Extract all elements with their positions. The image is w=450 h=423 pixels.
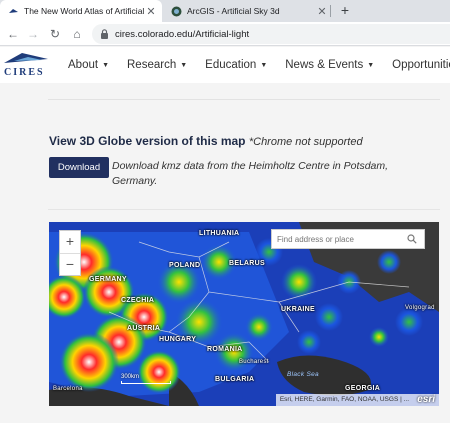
globe-heading: View 3D Globe version of this map *Chrom… (49, 134, 363, 148)
download-description: Download kmz data from the Heimholtz Cen… (112, 160, 389, 187)
divider (48, 99, 440, 100)
divider (48, 209, 440, 210)
page-content: View 3D Globe version of this map *Chrom… (0, 83, 450, 423)
map-label: AUSTRIA (127, 325, 161, 332)
map-label: Bucharest (239, 359, 269, 365)
map-label: POLAND (169, 262, 201, 269)
caret-down-icon: ▼ (180, 61, 188, 69)
nav-label: Opportunities (392, 59, 450, 71)
light-pollution-map[interactable]: + − LITHUANIA POLAND BELARUS GERMANY CZE… (49, 222, 439, 406)
map-search-input[interactable] (277, 234, 407, 244)
tab-arcgis[interactable]: ArcGIS - Artificial Sky 3d ✕ (163, 0, 333, 22)
nav-research[interactable]: Research ▼ (127, 59, 187, 71)
reload-icon[interactable]: ↻ (46, 25, 64, 43)
tab-title: The New World Atlas of Artificial (24, 6, 144, 16)
browser-tab-strip: The New World Atlas of Artificial ✕ ArcG… (0, 0, 450, 22)
cires-favicon-icon (9, 8, 18, 13)
tab-world-atlas[interactable]: The New World Atlas of Artificial ✕ (0, 0, 162, 22)
site-header: CIRES About ▼ Research ▼ Education ▼ News &… (0, 47, 450, 83)
map-label: GEORGIA (345, 385, 381, 392)
search-icon[interactable] (407, 234, 417, 244)
map-label: UKRAINE (281, 306, 315, 313)
caret-down-icon: ▼ (260, 61, 268, 69)
browser-toolbar: ← → ↻ ⌂ cires.colorado.edu/Artificial-li… (0, 22, 450, 46)
tab-title: ArcGIS - Artificial Sky 3d (187, 6, 280, 16)
tab-divider (330, 5, 331, 17)
home-icon[interactable]: ⌂ (68, 25, 86, 43)
download-button[interactable]: Download (49, 157, 109, 178)
esri-logo[interactable]: esri (417, 394, 435, 405)
nav-label: News & Events (285, 59, 364, 71)
lock-icon (101, 29, 108, 39)
back-arrow-icon[interactable]: ← (4, 25, 22, 43)
zoom-controls: + − (59, 230, 81, 276)
nav-label: Research (127, 59, 177, 71)
scale-line (121, 381, 171, 384)
map-label: BULGARIA (215, 376, 255, 383)
map-search-box[interactable] (271, 229, 425, 249)
caret-down-icon: ▼ (367, 61, 375, 69)
map-label: BELARUS (229, 260, 265, 267)
globe-link[interactable]: View 3D Globe version of this map (49, 134, 246, 148)
new-tab-button[interactable]: + (336, 2, 354, 20)
nav-education[interactable]: Education ▼ (205, 59, 267, 71)
map-attribution[interactable]: Esri, HERE, Garmin, FAO, NOAA, USGS | ..… (275, 394, 439, 406)
url-text: cires.colorado.edu/Artificial-light (115, 28, 250, 40)
arcgis-favicon-icon (171, 6, 182, 16)
forward-arrow-icon[interactable]: → (24, 25, 42, 43)
nav-news-events[interactable]: News & Events ▼ (285, 59, 374, 71)
map-label: CZECHIA (121, 297, 155, 304)
map-label: Volgograd (405, 305, 435, 311)
cires-logo[interactable]: CIRES (2, 49, 50, 79)
nav-about[interactable]: About ▼ (68, 59, 109, 71)
map-label: Barcelona (53, 386, 83, 392)
map-scale-bar: 300km (121, 374, 171, 384)
nav-opportunities[interactable]: Opportunities (392, 59, 450, 71)
logo-text: CIRES (4, 67, 45, 78)
address-bar[interactable]: cires.colorado.edu/Artificial-light (92, 24, 450, 44)
map-label: HUNGARY (159, 336, 197, 343)
nav-label: About (68, 59, 99, 71)
zoom-in-button[interactable]: + (60, 231, 80, 253)
scale-label: 300km (121, 374, 140, 380)
map-label: Black Sea (287, 371, 319, 378)
map-label: ROMANIA (207, 346, 243, 353)
chrome-note: *Chrome not supported (248, 136, 363, 148)
close-tab-icon[interactable]: ✕ (315, 5, 329, 18)
caret-down-icon: ▼ (102, 61, 109, 69)
map-label: LITHUANIA (199, 230, 240, 237)
zoom-out-button[interactable]: − (60, 253, 80, 275)
main-nav: About ▼ Research ▼ Education ▼ News & Event… (60, 47, 450, 83)
map-label: GERMANY (89, 276, 127, 283)
close-tab-icon[interactable]: ✕ (144, 5, 158, 18)
nav-label: Education (205, 59, 257, 71)
